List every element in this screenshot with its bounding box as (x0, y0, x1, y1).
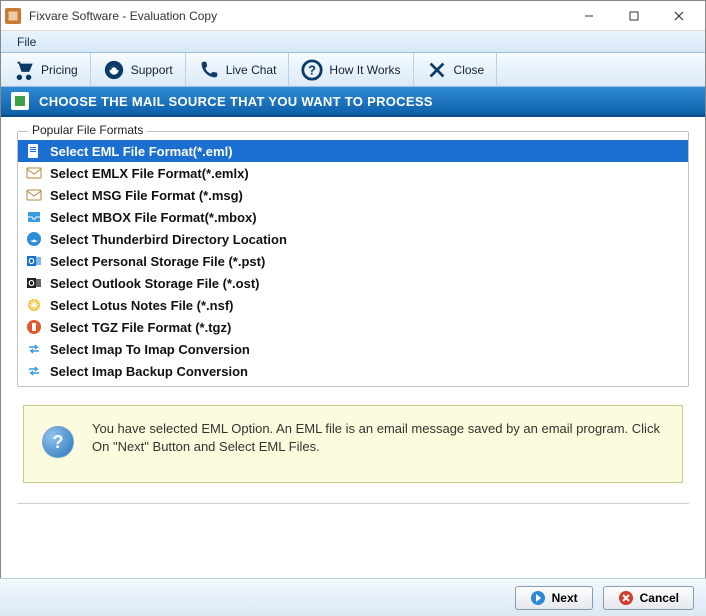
close-button[interactable]: Close (414, 53, 498, 86)
main-content: Popular File Formats Select EML File For… (1, 117, 705, 387)
minimize-button[interactable] (566, 2, 611, 30)
format-item[interactable]: O Select Outlook Storage File (*.ost) (18, 272, 688, 294)
format-item[interactable]: O Select Personal Storage File (*.pst) (18, 250, 688, 272)
step-banner-text: CHOOSE THE MAIL SOURCE THAT YOU WANT TO … (39, 94, 433, 109)
outlook-dark-icon: O (26, 275, 42, 291)
cart-icon (13, 59, 35, 81)
next-arrow-icon (530, 590, 546, 606)
outlook-icon: O (26, 253, 42, 269)
format-item-label: Select EMLX File Format(*.emlx) (50, 166, 249, 181)
mail-icon (26, 165, 42, 181)
svg-text:O: O (28, 279, 34, 288)
cancel-icon (618, 590, 634, 606)
help-icon: ? (42, 426, 74, 458)
format-item-label: Select MBOX File Format(*.mbox) (50, 210, 257, 225)
format-item-label: Select EML File Format(*.eml) (50, 144, 233, 159)
format-item-label: Select Thunderbird Directory Location (50, 232, 287, 247)
format-item-label: Select Imap To Imap Conversion (50, 342, 250, 357)
pricing-label: Pricing (41, 63, 78, 77)
format-item[interactable]: Select EML File Format(*.eml) (18, 140, 688, 162)
mail-icon (26, 187, 42, 203)
headset-icon (103, 59, 125, 81)
close-label: Close (454, 63, 485, 77)
swap-icon (26, 363, 42, 379)
footer: Next Cancel (0, 578, 706, 616)
lotus-icon (26, 297, 42, 313)
support-button[interactable]: Support (91, 53, 186, 86)
cancel-label: Cancel (640, 591, 679, 605)
format-item-label: Select TGZ File Format (*.tgz) (50, 320, 231, 335)
question-icon: ? (301, 59, 323, 81)
cancel-button[interactable]: Cancel (603, 586, 694, 610)
format-item-label: Select Personal Storage File (*.pst) (50, 254, 265, 269)
step-banner: CHOOSE THE MAIL SOURCE THAT YOU WANT TO … (1, 87, 705, 117)
format-item[interactable]: Select TGZ File Format (*.tgz) (18, 316, 688, 338)
format-list: Select EML File Format(*.eml) Select EMLX… (18, 140, 688, 382)
format-item[interactable]: Select Lotus Notes File (*.nsf) (18, 294, 688, 316)
info-message: You have selected EML Option. An EML fil… (92, 420, 664, 456)
doc-icon (11, 92, 29, 110)
format-item[interactable]: Select MBOX File Format(*.mbox) (18, 206, 688, 228)
live-chat-label: Live Chat (226, 63, 277, 77)
titlebar: Fixvare Software - Evaluation Copy (1, 1, 705, 31)
format-item-label: Select MSG File Format (*.msg) (50, 188, 243, 203)
app-icon (5, 8, 21, 24)
window-title: Fixvare Software - Evaluation Copy (29, 9, 566, 23)
formats-groupbox: Popular File Formats Select EML File For… (17, 131, 689, 387)
groupbox-legend: Popular File Formats (28, 123, 147, 137)
format-item-label: Select Outlook Storage File (*.ost) (50, 276, 259, 291)
swap-icon (26, 341, 42, 357)
next-button[interactable]: Next (515, 586, 593, 610)
thunderbird-icon (26, 231, 42, 247)
svg-text:?: ? (309, 62, 317, 77)
support-label: Support (131, 63, 173, 77)
inbox-icon (26, 209, 42, 225)
separator (17, 503, 689, 504)
next-label: Next (552, 591, 578, 605)
format-item[interactable]: Select EMLX File Format(*.emlx) (18, 162, 688, 184)
archive-icon (26, 319, 42, 335)
pricing-button[interactable]: Pricing (1, 53, 91, 86)
close-window-button[interactable] (656, 2, 701, 30)
x-icon (426, 59, 448, 81)
phone-icon (198, 59, 220, 81)
format-item-label: Select Imap Backup Conversion (50, 364, 248, 379)
menubar: File (1, 31, 705, 53)
maximize-button[interactable] (611, 2, 656, 30)
format-item[interactable]: Select Thunderbird Directory Location (18, 228, 688, 250)
format-item[interactable]: Select Imap To Imap Conversion (18, 338, 688, 360)
menu-file[interactable]: File (9, 33, 44, 51)
svg-text:O: O (28, 257, 34, 266)
how-it-works-label: How It Works (329, 63, 400, 77)
toolbar: Pricing Support Live Chat ? How It Works… (1, 53, 705, 87)
live-chat-button[interactable]: Live Chat (186, 53, 290, 86)
format-item[interactable]: Select Imap Backup Conversion (18, 360, 688, 382)
format-item[interactable]: Select MSG File Format (*.msg) (18, 184, 688, 206)
info-box: ? You have selected EML Option. An EML f… (23, 405, 683, 483)
doc-icon (26, 143, 42, 159)
how-it-works-button[interactable]: ? How It Works (289, 53, 413, 86)
format-item-label: Select Lotus Notes File (*.nsf) (50, 298, 233, 313)
